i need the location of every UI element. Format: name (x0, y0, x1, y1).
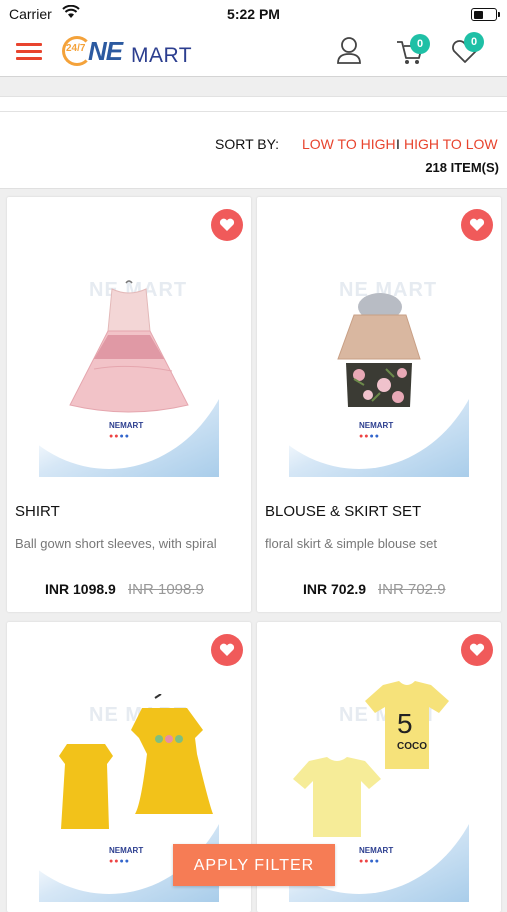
product-price: INR 1098.9 (45, 581, 116, 597)
svg-text:COCO: COCO (397, 741, 427, 752)
sort-bar: SORT BY: LOW TO HIGH I HIGH TO LOW 218 I… (0, 112, 507, 189)
sort-by-label: SORT BY: (215, 136, 280, 152)
product-title: BLOUSE & SKIRT SET (265, 503, 422, 520)
product-image: NE MART NEMART ●●●● (39, 209, 219, 477)
app-header: 24/7 NE MART (0, 28, 507, 77)
status-bar: Carrier 5:22 PM (0, 0, 507, 28)
product-price: INR 702.9 (303, 581, 367, 597)
sort-low-to-high-link[interactable]: LOW TO HIGH (302, 136, 396, 152)
favorite-button[interactable] (211, 634, 243, 666)
mini-logo: NEMART (359, 846, 394, 855)
product-image: NE MART NEMART ●●●● (289, 209, 469, 477)
brand-dots: ●●●● (359, 858, 380, 865)
brand-dots: ●●●● (109, 858, 130, 865)
heart-icon (219, 218, 235, 231)
brand-dots: ●●●● (109, 433, 130, 440)
blouse-skirt-illustration (337, 293, 421, 407)
filter-strip (0, 96, 507, 112)
logo-ne: NE (88, 36, 123, 66)
apply-filter-button[interactable]: APPLY FILTER (173, 844, 335, 886)
heart-icon (469, 643, 485, 656)
mini-logo: NEMART (359, 421, 394, 430)
mini-logo: NEMART (109, 846, 144, 855)
heart-icon (469, 218, 485, 231)
yellow-tshirts-illustration: 5 COCO (293, 681, 449, 837)
svg-text:5: 5 (397, 708, 413, 739)
product-card[interactable]: NE MART NEMART ●●●● BLOUSE & SKIRT SET f… (257, 197, 501, 612)
battery-icon (471, 8, 500, 21)
sort-separator: I (396, 136, 400, 152)
sort-high-to-low-link[interactable]: HIGH TO LOW (404, 136, 498, 152)
heart-icon (219, 643, 235, 656)
dress-illustration (69, 280, 189, 413)
favorite-button[interactable] (461, 634, 493, 666)
item-count: 218 ITEM(S) (425, 160, 499, 175)
menu-icon[interactable] (16, 43, 42, 61)
yellow-dresses-illustration (59, 694, 213, 829)
favorite-button[interactable] (461, 209, 493, 241)
wishlist-count-badge: 0 (464, 32, 484, 52)
cart-count-badge: 0 (410, 34, 430, 54)
product-title: SHIRT (15, 503, 60, 520)
app-logo[interactable]: 24/7 NE MART (60, 34, 200, 70)
favorite-button[interactable] (211, 209, 243, 241)
brand-dots: ●●●● (359, 433, 380, 440)
product-old-price: INR 1098.9 (128, 581, 204, 598)
product-card[interactable]: NE MART NEMART ●●●● SHIRT Ball gown shor… (7, 197, 251, 612)
clock: 5:22 PM (227, 6, 280, 22)
mini-logo: NEMART (109, 421, 144, 430)
product-description: floral skirt & simple blouse set (265, 536, 437, 551)
product-old-price: INR 702.9 (378, 581, 446, 598)
user-icon[interactable] (336, 36, 362, 66)
logo-mart: MART (131, 44, 193, 67)
product-description: Ball gown short sleeves, with spiral (15, 536, 217, 551)
logo-prefix: 24/7 (66, 43, 86, 54)
